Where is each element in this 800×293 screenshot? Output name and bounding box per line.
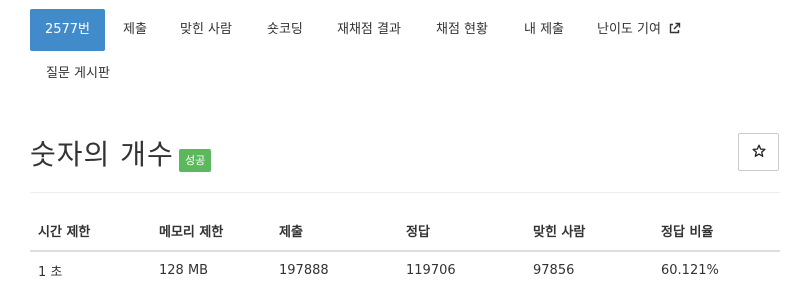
cell-memory-limit: 128 MB [159, 262, 209, 278]
tab-solved-users[interactable]: 맞힌 사람 [180, 9, 232, 51]
tab-difficulty-contribution[interactable]: 난이도 기여 [597, 9, 681, 51]
favorite-button[interactable] [738, 133, 779, 171]
header-time-limit: 시간 제한 [30, 211, 151, 252]
cell-correct: 119706 [406, 262, 456, 278]
header-solved-users: 맞힌 사람 [525, 211, 653, 252]
tab-my-submissions[interactable]: 내 제출 [524, 9, 564, 51]
header-correct: 정답 [398, 211, 525, 252]
external-link-icon [668, 11, 681, 53]
header-submissions: 제출 [271, 211, 398, 252]
header-memory-limit: 메모리 제한 [151, 211, 271, 252]
table-header-row: 시간 제한 메모리 제한 제출 정답 맞힌 사람 정답 비율 [30, 211, 780, 252]
problem-info-table: 시간 제한 메모리 제한 제출 정답 맞힌 사람 정답 비율 1 초 128 M… [30, 211, 780, 288]
status-badge: 성공 [179, 149, 212, 172]
tab-judge-status[interactable]: 채점 현황 [436, 9, 488, 51]
tab-submit[interactable]: 제출 [123, 9, 147, 51]
header-correct-ratio: 정답 비율 [653, 211, 780, 252]
title-divider [30, 192, 780, 193]
cell-submissions: 197888 [279, 262, 329, 278]
cell-solved-users: 97856 [533, 262, 575, 278]
cell-time-limit: 1 초 [38, 264, 63, 280]
page-title: 숫자의 개수 [30, 138, 174, 171]
tab-question-board[interactable]: 질문 게시판 [46, 53, 110, 95]
problem-page: 2577번 제출 맞힌 사람 숏코딩 재채점 결과 채점 현황 내 제출 난이도… [0, 0, 800, 293]
star-outline-icon [751, 143, 766, 162]
cell-correct-ratio: 60.121% [661, 262, 719, 278]
table-row: 1 초 128 MB 197888 119706 97856 60.121% [30, 251, 780, 288]
tab-rejudge-results[interactable]: 재채점 결과 [337, 9, 401, 51]
tab-short-coding[interactable]: 숏코딩 [267, 9, 303, 51]
tab-difficulty-label: 난이도 기여 [597, 22, 661, 37]
tab-problem-number[interactable]: 2577번 [30, 9, 105, 51]
